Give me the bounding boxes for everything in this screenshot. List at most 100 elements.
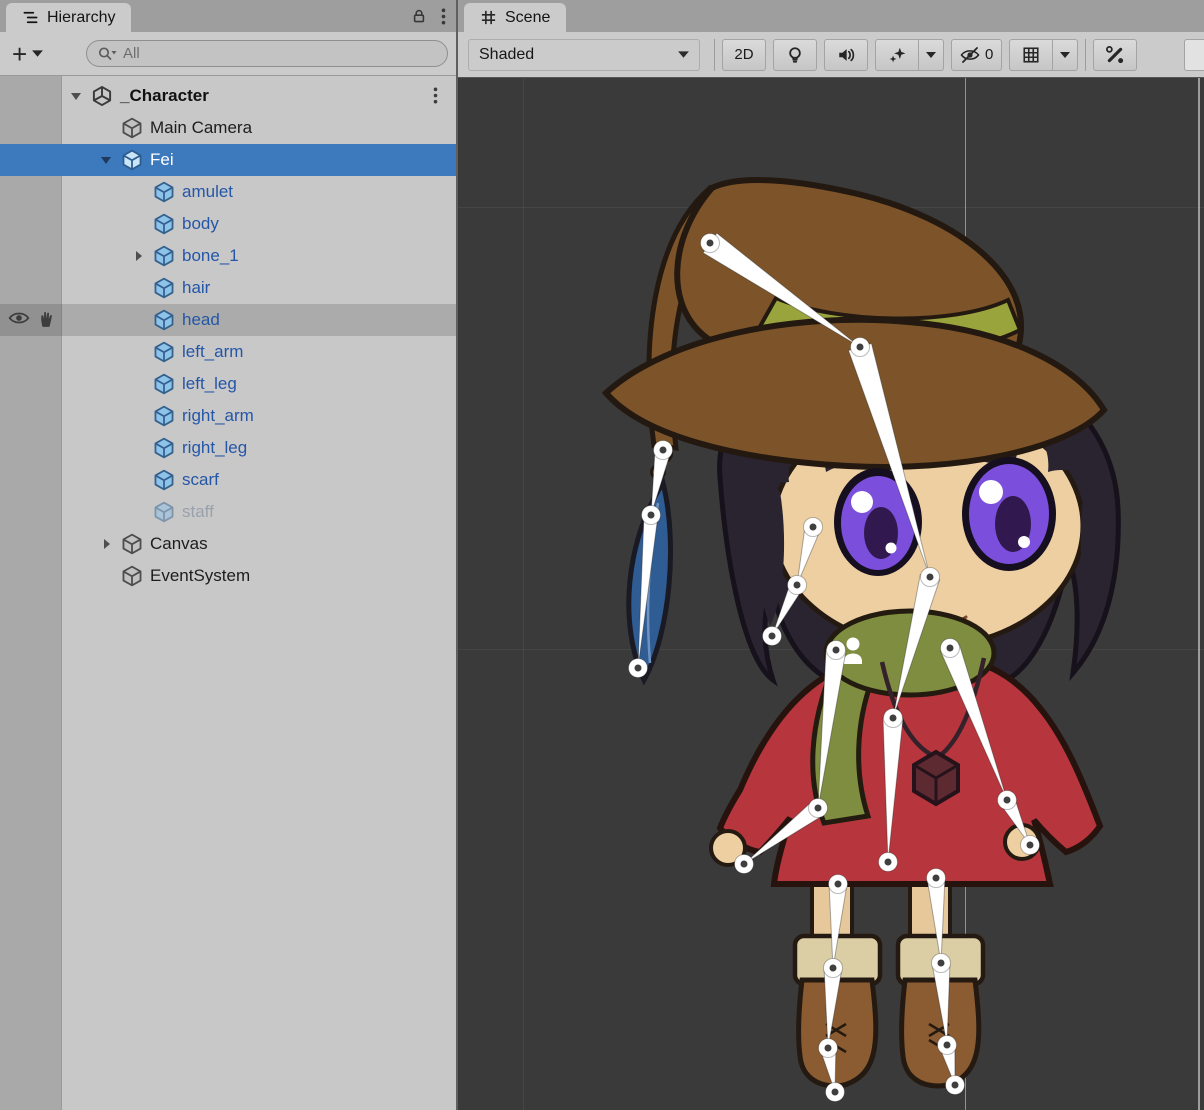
tree-row-label: Fei — [150, 150, 174, 170]
unity-scene-icon — [91, 85, 113, 107]
dropdown-caret-icon — [1060, 52, 1070, 58]
toolbar-separator — [1085, 39, 1086, 71]
tree-row-head[interactable]: head — [0, 304, 456, 336]
scene-canvas — [458, 78, 1204, 1110]
tab-hierarchy[interactable]: Hierarchy — [6, 3, 131, 32]
hierarchy-tree: _Character Main Camera Fei amulet — [0, 76, 456, 1110]
tree-row-right-arm[interactable]: right_arm — [0, 400, 456, 432]
toggle-2d-button[interactable]: 2D — [722, 39, 766, 71]
tree-row-label: EventSystem — [150, 566, 250, 586]
scene-visibility-button[interactable]: 0 — [951, 39, 1002, 71]
hierarchy-list-icon — [22, 9, 39, 26]
unity-editor-window: Hierarchy + _Character — [0, 0, 1204, 1110]
draw-mode-label: Shaded — [479, 46, 534, 64]
tree-row-bone-1[interactable]: bone_1 — [0, 240, 456, 272]
dropdown-caret-icon — [678, 51, 689, 58]
search-field[interactable] — [86, 40, 448, 67]
grid-dropdown-button[interactable] — [1052, 39, 1078, 71]
tree-row-fei[interactable]: Fei — [0, 144, 456, 176]
tree-row-amulet[interactable]: amulet — [0, 176, 456, 208]
scene-grid-icon — [480, 9, 497, 26]
tree-row-hair[interactable]: hair — [0, 272, 456, 304]
toggle-2d-label: 2D — [734, 46, 753, 63]
search-input[interactable] — [123, 45, 437, 62]
effects-stars-icon — [888, 46, 906, 64]
gameobject-cube-icon — [121, 565, 143, 587]
scene-toolbar: Shaded 2D 0 — [458, 32, 1204, 78]
prefab-cube-icon — [153, 277, 175, 299]
tree-row-label: right_leg — [182, 438, 247, 458]
eye-icon[interactable] — [8, 310, 30, 326]
grid-visibility-button[interactable] — [1009, 39, 1053, 71]
prefab-cube-icon — [153, 469, 175, 491]
tree-row-label: body — [182, 214, 219, 234]
effects-dropdown-button[interactable] — [918, 39, 944, 71]
prefab-cube-icon — [153, 437, 175, 459]
tree-row-left-leg[interactable]: left_leg — [0, 368, 456, 400]
tab-hierarchy-label: Hierarchy — [47, 9, 115, 27]
effects-toggle-button[interactable] — [875, 39, 919, 71]
tree-row-character[interactable]: _Character — [0, 80, 456, 112]
foldout-expanded-icon[interactable] — [68, 88, 84, 104]
add-dropdown-caret-icon[interactable] — [32, 50, 43, 57]
tree-row-label: Main Camera — [150, 118, 252, 138]
draw-mode-dropdown[interactable]: Shaded — [468, 39, 700, 71]
lighting-toggle-button[interactable] — [773, 39, 817, 71]
scene-viewport[interactable] — [458, 78, 1204, 1110]
tree-row-left-arm[interactable]: left_arm — [0, 336, 456, 368]
scene-panel: Scene Shaded 2D — [458, 0, 1204, 1110]
prefab-cube-icon — [153, 213, 175, 235]
prefab-cube-icon — [153, 373, 175, 395]
tree-row-right-leg[interactable]: right_leg — [0, 432, 456, 464]
tree-row-label: left_arm — [182, 342, 243, 362]
tab-scene-label: Scene — [505, 9, 550, 27]
lock-icon[interactable] — [411, 8, 427, 24]
hierarchy-panel: Hierarchy + _Character — [0, 0, 458, 1110]
tree-row-canvas[interactable]: Canvas — [0, 528, 456, 560]
tree-row-label: _Character — [120, 86, 209, 106]
scene-tabstrip: Scene — [458, 0, 1204, 32]
prefab-cube-icon — [121, 149, 143, 171]
foldout-collapsed-icon[interactable] — [98, 536, 114, 552]
tree-row-label: scarf — [182, 470, 219, 490]
add-button[interactable]: + — [12, 43, 27, 65]
tree-row-label: staff — [182, 502, 214, 522]
tree-row-label: bone_1 — [182, 246, 239, 266]
component-tools-button[interactable] — [1093, 39, 1137, 71]
tree-row-label: head — [182, 310, 220, 330]
gameobject-cube-icon — [121, 533, 143, 555]
foldout-collapsed-icon[interactable] — [130, 248, 146, 264]
scene-character-sprite — [606, 180, 1118, 1086]
tree-row-label: hair — [182, 278, 210, 298]
pick-hand-icon[interactable] — [38, 310, 56, 328]
prefab-cube-icon — [153, 341, 175, 363]
tree-row-label: right_arm — [182, 406, 254, 426]
kebab-menu-icon[interactable] — [433, 87, 438, 104]
tree-row-label: left_leg — [182, 374, 237, 394]
search-icon[interactable] — [97, 46, 118, 62]
tree-row-staff[interactable]: staff — [0, 496, 456, 528]
prefab-cube-icon — [153, 245, 175, 267]
kebab-menu-icon[interactable] — [441, 8, 446, 25]
hidden-objects-count: 0 — [985, 46, 993, 63]
dropdown-caret-icon — [926, 52, 936, 58]
tree-row-scarf[interactable]: scarf — [0, 464, 456, 496]
prefab-cube-icon — [153, 181, 175, 203]
lighting-bulb-icon — [786, 46, 804, 64]
audio-toggle-button[interactable] — [824, 39, 868, 71]
audio-speaker-icon — [837, 46, 855, 64]
tree-row-eventsystem[interactable]: EventSystem — [0, 560, 456, 592]
grid-snap-icon — [1022, 46, 1040, 64]
overlay-toolbar-partial-button[interactable] — [1184, 39, 1204, 71]
tree-row-label: amulet — [182, 182, 233, 202]
tree-row-body[interactable]: body — [0, 208, 456, 240]
tree-row-label: Canvas — [150, 534, 208, 554]
prefab-cube-icon — [153, 405, 175, 427]
hierarchy-toolbar: + — [0, 32, 456, 76]
prefab-cube-icon — [153, 501, 175, 523]
tree-row-main-camera[interactable]: Main Camera — [0, 112, 456, 144]
tools-wrench-icon — [1106, 46, 1124, 64]
foldout-expanded-icon[interactable] — [98, 152, 114, 168]
gameobject-cube-icon — [121, 117, 143, 139]
tab-scene[interactable]: Scene — [464, 3, 566, 32]
